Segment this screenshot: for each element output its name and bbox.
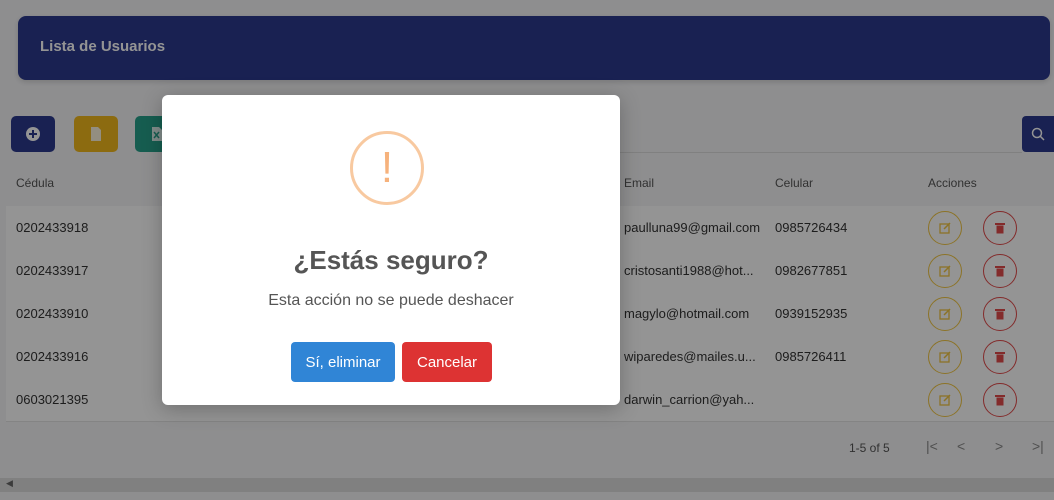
warning-icon: ! <box>350 131 424 205</box>
dialog-title: ¿Estás seguro? <box>293 245 489 275</box>
cancel-button[interactable]: Cancelar <box>402 342 492 382</box>
confirm-delete-button[interactable]: Sí, eliminar <box>291 342 395 382</box>
confirm-dialog: ! ¿Estás seguro? Esta acción no se puede… <box>162 95 620 405</box>
dialog-message: Esta acción no se puede deshacer <box>268 292 514 309</box>
page: Lista de Usuarios Cédula Email Celular A… <box>0 0 1054 500</box>
